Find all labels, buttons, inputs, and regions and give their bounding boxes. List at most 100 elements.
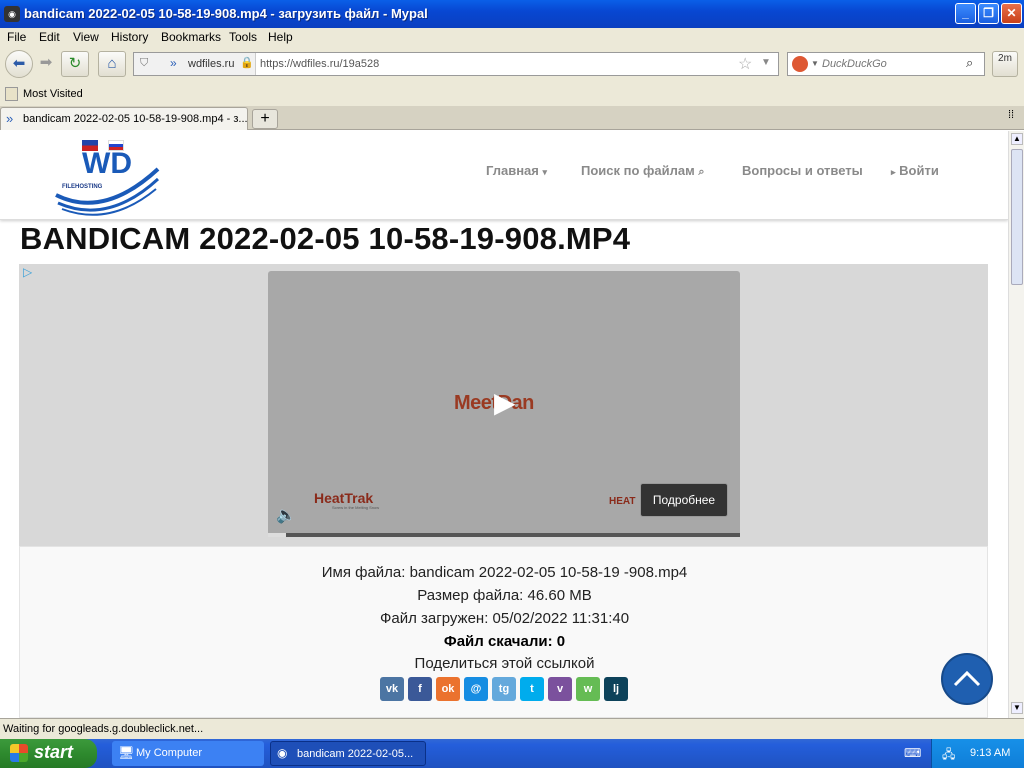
site-identity[interactable]: ⛉ » wdfiles.ru 🔒	[134, 53, 256, 75]
duckduckgo-icon[interactable]	[792, 56, 808, 72]
ad-container[interactable]: ▷ MeetDan ▶ HeatTrak Screw in the Meltin…	[19, 264, 988, 546]
search-icon[interactable]: ⌕	[966, 55, 973, 71]
shield-icon: ⛉	[140, 57, 149, 69]
back-to-top-button[interactable]	[941, 653, 993, 705]
search-input[interactable]	[822, 56, 962, 72]
logo-text: WD	[82, 147, 132, 180]
share-moimir-button[interactable]: @	[464, 677, 488, 701]
plus-icon: +	[260, 110, 270, 127]
scrollbar-thumb[interactable]	[1011, 149, 1023, 285]
computer-icon: 🖥	[118, 745, 135, 760]
reload-button[interactable]: ↻	[61, 51, 89, 77]
forward-arrow-icon: ➡	[39, 54, 53, 71]
chevron-up-icon	[953, 670, 981, 687]
adchoices-icon[interactable]: ▷	[23, 265, 32, 279]
addon-label: 2m	[998, 53, 1012, 64]
tab-favicon-icon: »	[6, 111, 14, 126]
close-button[interactable]: ✕	[1001, 3, 1022, 24]
file-downloads: Файл скачали: 0	[443, 633, 566, 650]
menu-bookmarks[interactable]: Bookmarks	[161, 30, 221, 44]
nav-search-files[interactable]: Поиск по файлам ⌕	[581, 163, 705, 179]
url-dropdown-icon[interactable]: ▼	[761, 57, 771, 68]
caret-right-icon: ▸	[891, 167, 896, 177]
menu-history[interactable]: History	[111, 30, 148, 44]
bookmark-star-icon[interactable]: ☆	[738, 54, 752, 74]
file-size: Размер файла: 46.60 MB	[417, 587, 592, 604]
video-progress-fill	[268, 533, 286, 537]
taskbar-item-label: bandicam 2022-02-05...	[297, 748, 414, 760]
url-input[interactable]	[260, 55, 730, 73]
nav-home-label: Главная	[486, 163, 539, 178]
back-button[interactable]: ⬅	[5, 50, 33, 78]
share-whatsapp-button[interactable]: w	[576, 677, 600, 701]
share-viber-button[interactable]: v	[548, 677, 572, 701]
share-livejournal-button[interactable]: lj	[604, 677, 628, 701]
maximize-button[interactable]: ❐	[978, 3, 999, 24]
menu-tools[interactable]: Tools	[229, 30, 257, 44]
home-button[interactable]: ⌂	[98, 51, 126, 77]
most-visited-icon	[5, 87, 18, 101]
menu-view[interactable]: View	[73, 30, 99, 44]
share-heading: Поделиться этой ссылкой	[414, 655, 595, 672]
logo-subtitle: FILEHOSTING	[62, 184, 103, 190]
taskbar-item-label: My Computer	[136, 747, 203, 759]
search-engine-dropdown-icon[interactable]: ▼	[811, 59, 819, 68]
start-label: start	[34, 742, 74, 762]
video-progress-bar[interactable]	[268, 533, 740, 537]
forward-button[interactable]: ➡	[34, 51, 58, 77]
reload-icon: ↻	[68, 55, 82, 72]
mypal-app-icon: ◉	[277, 746, 288, 760]
nav-faq[interactable]: Вопросы и ответы	[742, 163, 863, 178]
home-icon: ⌂	[107, 55, 117, 72]
taskbar-item-my-computer[interactable]: 🖥 My Computer	[112, 741, 264, 766]
network-icon[interactable]: 🖧	[942, 745, 955, 766]
menu-file[interactable]: File	[7, 30, 26, 44]
volume-icon[interactable]: 🔈	[276, 505, 296, 525]
ad-brand-left: HeatTrak	[314, 490, 374, 506]
share-telegram-button[interactable]: tg	[492, 677, 516, 701]
video-ad[interactable]: MeetDan ▶ HeatTrak Screw in the Melting …	[268, 271, 740, 537]
scroll-up-icon[interactable]: ▲	[1011, 133, 1023, 145]
windows-logo-icon	[10, 744, 28, 762]
caret-down-icon: ▾	[542, 167, 548, 177]
start-button[interactable]: start	[0, 739, 97, 768]
navigation-toolbar: ⬅ ➡ ↻ ⌂ ⛉ » wdfiles.ru 🔒 ☆ ▼ ▼ ⌕ 2m	[0, 46, 1024, 84]
url-bar[interactable]: ⛉ » wdfiles.ru 🔒 ☆ ▼	[133, 52, 779, 76]
addon-button[interactable]: 2m	[992, 51, 1018, 77]
site-logo[interactable]: WD FILEHOSTING	[54, 147, 160, 217]
lock-icon: 🔒	[240, 57, 254, 69]
ad-brand-right: HEAT	[609, 496, 636, 507]
share-odnoklassniki-button[interactable]: ok	[436, 677, 460, 701]
clock[interactable]: 9:13 AM	[970, 747, 1010, 759]
menu-help[interactable]: Help	[268, 30, 293, 44]
minimize-button[interactable]: _	[955, 3, 976, 24]
share-vk-button[interactable]: vk	[380, 677, 404, 701]
ad-more-button[interactable]: Подробнее	[640, 483, 728, 517]
most-visited-link[interactable]: Most Visited	[23, 88, 83, 100]
keyboard-icon[interactable]: ⌨	[904, 746, 921, 760]
site-header: WD FILEHOSTING Главная ▾ Поиск по файлам…	[0, 131, 1008, 220]
nav-search-label: Поиск по файлам	[581, 163, 695, 178]
share-twitter-button[interactable]: t	[520, 677, 544, 701]
back-arrow-icon: ⬅	[12, 55, 26, 72]
taskbar-item-browser[interactable]: ◉ bandicam 2022-02-05...	[270, 741, 426, 766]
mypal-app-icon: ◉	[4, 6, 20, 22]
site-identity-label: wdfiles.ru	[188, 58, 235, 70]
search-bar[interactable]: ▼ ⌕	[787, 52, 985, 76]
file-uploaded: Файл загружен: 05/02/2022 11:31:40	[379, 610, 630, 627]
window-title-bar[interactable]: ◉ bandicam 2022-02-05 10-58-19-908.mp4 -…	[0, 0, 1024, 28]
new-tab-button[interactable]: +	[252, 109, 278, 129]
tab-list-icon[interactable]: ⁞⁞	[1008, 109, 1014, 121]
tab-strip: » bandicam 2022-02-05 10-58-19-908.mp4 -…	[0, 106, 1024, 130]
share-facebook-button[interactable]: f	[408, 677, 432, 701]
scroll-down-icon[interactable]: ▼	[1011, 702, 1023, 714]
nav-home[interactable]: Главная ▾	[486, 163, 547, 178]
ad-brand-left-tagline: Screw in the Melting Snow	[332, 505, 380, 510]
nav-login[interactable]: ▸ Войти	[891, 163, 939, 178]
menu-edit[interactable]: Edit	[39, 30, 60, 44]
bookmarks-toolbar: Most Visited	[0, 84, 1024, 106]
vertical-scrollbar[interactable]: ▲ ▼	[1008, 131, 1024, 718]
play-icon[interactable]: ▶	[494, 386, 516, 419]
tab-active[interactable]: » bandicam 2022-02-05 10-58-19-908.mp4 -…	[0, 107, 248, 130]
page-title: BANDICAM 2022-02-05 10-58-19-908.MP4	[20, 221, 631, 256]
